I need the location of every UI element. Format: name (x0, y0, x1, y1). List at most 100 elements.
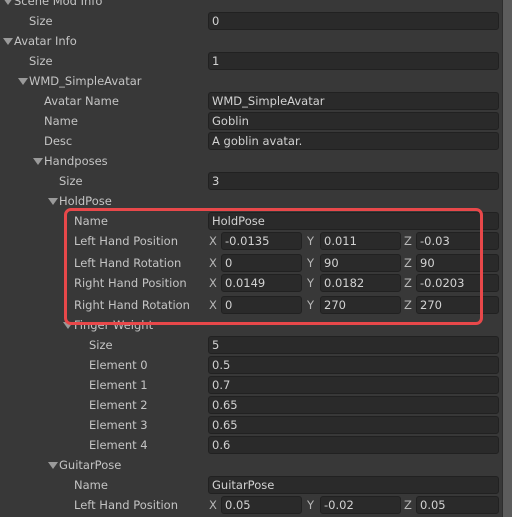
vector-field-y[interactable]: 0.0182 (320, 274, 401, 292)
property-label: Finger Weight (74, 318, 154, 332)
property-label: GuitarPose (59, 458, 122, 472)
text-field[interactable]: 0.5 (208, 356, 499, 374)
property-row: Right Hand Rotation X 0 Y 270 Z 270 (0, 295, 500, 315)
property-label: Size (59, 174, 83, 188)
property-row: Size 3 (0, 171, 500, 191)
vector-field-y[interactable]: -0.02 (320, 496, 401, 514)
property-label: Size (89, 338, 113, 352)
text-field[interactable]: 0.7 (208, 376, 499, 394)
vector-field-z[interactable]: -0.03 (416, 232, 499, 250)
text-field[interactable]: A goblin avatar. (208, 132, 499, 150)
axis-label-z: Z (404, 298, 412, 312)
text-field[interactable]: HoldPose (208, 212, 499, 230)
property-row: Desc A goblin avatar. (0, 131, 500, 151)
property-label: Left Hand Position (74, 234, 179, 248)
vector-field-y[interactable]: 270 (320, 296, 401, 314)
axis-label-x: X (209, 498, 217, 512)
axis-label-z: Z (404, 256, 412, 270)
vector-field-z[interactable]: -0.0203 (416, 274, 499, 292)
property-row: Name GuitarPose (0, 475, 500, 495)
property-label: Name (74, 478, 108, 492)
vector-field-x[interactable]: 0 (221, 296, 302, 314)
property-label: Element 3 (89, 418, 148, 432)
property-label: Name (44, 114, 78, 128)
property-label: Desc (44, 134, 73, 148)
property-row: Element 1 0.7 (0, 375, 500, 395)
vector-field-x[interactable]: -0.0135 (221, 232, 302, 250)
property-label: Size (29, 54, 53, 68)
foldout-row[interactable]: WMD_SimpleAvatar (0, 71, 500, 91)
vector-field-x[interactable]: 0 (221, 254, 302, 272)
property-row: Left Hand Rotation X 0 Y 90 Z 90 (0, 253, 500, 273)
property-row: Element 0 0.5 (0, 355, 500, 375)
property-label: Left Hand Position (74, 498, 179, 512)
axis-label-z: Z (404, 498, 412, 512)
property-label: WMD_SimpleAvatar (29, 74, 142, 88)
text-field[interactable]: 5 (208, 336, 499, 354)
property-row: Right Hand Position X 0.0149 Y 0.0182 Z -0.020… (0, 273, 500, 293)
axis-label-x: X (209, 234, 217, 248)
property-label: Name (74, 214, 108, 228)
axis-label-x: X (209, 298, 217, 312)
foldout-triangle-icon[interactable] (48, 198, 58, 205)
property-label: Right Hand Position (74, 276, 187, 290)
foldout-row[interactable]: HoldPose (0, 191, 500, 211)
text-field[interactable]: 3 (208, 172, 499, 190)
property-label: HoldPose (59, 194, 112, 208)
foldout-row[interactable]: Scene Mod Info (0, 0, 500, 11)
property-row: Avatar Name WMD_SimpleAvatar (0, 91, 500, 111)
text-field[interactable]: GuitarPose (208, 476, 499, 494)
property-label: Avatar Info (14, 34, 77, 48)
foldout-triangle-icon[interactable] (63, 322, 73, 329)
property-label: Scene Mod Info (14, 0, 103, 8)
text-field[interactable]: 0.65 (208, 396, 499, 414)
property-label: Right Hand Rotation (74, 298, 190, 312)
foldout-triangle-icon[interactable] (33, 158, 43, 165)
vector-field-z[interactable]: 90 (416, 254, 499, 272)
property-label: Element 1 (89, 378, 148, 392)
vector-field-y[interactable]: 90 (320, 254, 401, 272)
property-label: Handposes (44, 154, 108, 168)
foldout-triangle-icon[interactable] (18, 78, 28, 85)
scrollbar[interactable] (502, 0, 512, 517)
property-row: Left Hand Position X 0.05 Y -0.02 Z 0.05 (0, 495, 500, 515)
foldout-row[interactable]: Handposes (0, 151, 500, 171)
text-field[interactable]: 0 (208, 12, 499, 30)
vector-field-x[interactable]: 0.05 (221, 496, 302, 514)
text-field[interactable]: 0.6 (208, 436, 499, 454)
property-row: Name HoldPose (0, 211, 500, 231)
property-label: Avatar Name (44, 94, 119, 108)
foldout-row[interactable]: Avatar Info (0, 31, 500, 51)
property-row: Size 1 (0, 51, 500, 71)
property-label: Element 4 (89, 438, 148, 452)
vector-field-y[interactable]: 0.011 (320, 232, 401, 250)
axis-label-z: Z (404, 276, 412, 290)
text-field[interactable]: WMD_SimpleAvatar (208, 92, 499, 110)
property-row: Element 2 0.65 (0, 395, 500, 415)
text-field[interactable]: 0.65 (208, 416, 499, 434)
property-row: Left Hand Position X -0.0135 Y 0.011 Z -0.03 (0, 231, 500, 251)
foldout-triangle-icon[interactable] (3, 0, 13, 5)
foldout-triangle-icon[interactable] (3, 38, 13, 45)
axis-label-y: Y (307, 256, 315, 270)
vector-field-x[interactable]: 0.0149 (221, 274, 302, 292)
text-field[interactable]: Goblin (208, 112, 499, 130)
axis-label-y: Y (307, 234, 315, 248)
axis-label-y: Y (307, 498, 315, 512)
property-label: Left Hand Rotation (74, 256, 182, 270)
foldout-row[interactable]: GuitarPose (0, 455, 500, 475)
property-row: Size 0 (0, 11, 500, 31)
property-row: Name Goblin (0, 111, 500, 131)
property-label: Element 2 (89, 398, 148, 412)
axis-label-y: Y (307, 298, 315, 312)
property-row: Element 4 0.6 (0, 435, 500, 455)
axis-label-x: X (209, 256, 217, 270)
vector-field-z[interactable]: 270 (416, 296, 499, 314)
vector-field-z[interactable]: 0.05 (416, 496, 499, 514)
foldout-row[interactable]: Finger Weight (0, 315, 500, 335)
axis-label-x: X (209, 276, 217, 290)
text-field[interactable]: 1 (208, 52, 499, 70)
foldout-triangle-icon[interactable] (48, 462, 58, 469)
property-label: Element 0 (89, 358, 148, 372)
axis-label-y: Y (307, 276, 315, 290)
